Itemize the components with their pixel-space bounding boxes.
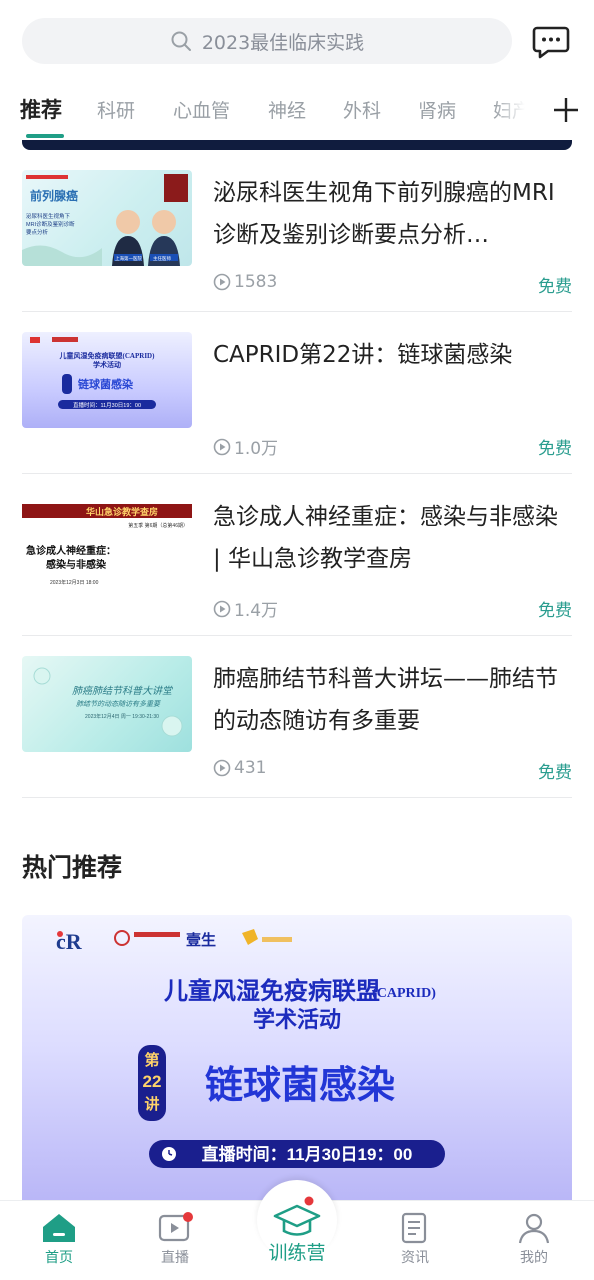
thumbnail: 肺癌肺结节科普大讲堂 肺结节的动态随访有多重要 2023年12月4日 周一 19… [22,656,192,752]
thumb-sub: 泌尿科医生视角下 [26,212,71,220]
nav-home-label: 首页 [45,1250,73,1266]
notification-dot [304,1196,314,1206]
play-circle-icon [213,600,231,617]
item-title: 急诊成人神经重症：感染与非感染 | 华山急诊教学查房 [213,504,558,572]
thumb-time: 2023年12月4日 周一 19:30-21:30 [85,713,159,720]
view-count-value: 1.4万 [234,601,279,621]
thumb-sub: 肺结节的动态随访有多重要 [76,700,161,708]
thumb-brand: 华山急诊教学查房 [86,506,158,517]
tab-research[interactable]: 科研 [97,96,135,123]
thumb-sub: 要点分析 [26,228,49,236]
play-circle-icon [213,759,231,777]
search-input[interactable]: 2023最佳临床实践 [22,18,512,64]
item-title: 泌尿科医生视角下前列腺癌的MRI诊断及鉴别诊断要点分析… [213,180,555,248]
nav-camp-label[interactable]: 训练营 [237,1238,357,1265]
user-icon [518,1213,550,1244]
thumb-topic: 链球菌感染 [78,377,134,391]
list-item[interactable]: 前列腺癌 泌尿科医生视角下 MRI诊断及鉴别诊断 要点分析 上海第一医院 主任医… [22,150,572,312]
thumb-date: 2023年12月3日 18:00 [50,579,99,586]
banner-time: 直播时间：11月30日19：00 [202,1144,413,1164]
logo-icon: cR [56,929,83,954]
item-title: 肺癌肺结节科普大讲坛——肺结节的动态随访有多重要 [213,666,558,734]
banner-org: 儿童风湿免疫病联盟 [164,977,380,1005]
category-tabs: 推荐 科研 心血管 神经 外科 肾病 妇产 [0,86,594,138]
thumb-speaker: 主任医师 [153,255,171,262]
play-circle-icon [213,273,231,291]
list-item[interactable]: 华山急诊教学查房 第五季 第6期（总第46期） 急诊成人神经重症： 感染与非感染… [22,474,572,636]
nav-me-label: 我的 [520,1250,548,1266]
thumbnail: 儿童风湿免疫病联盟(CAPRID) 学术活动 链球菌感染 直播时间：11月30日… [22,332,192,428]
nav-news[interactable]: 资讯 [375,1211,455,1267]
tab-fade [494,86,538,138]
message-icon[interactable] [532,22,570,60]
thumb-line: 感染与非感染 [46,558,107,571]
nav-live-label: 直播 [161,1250,189,1266]
item-title: CAPRID第22讲：链球菌感染 [213,342,513,368]
view-count: 1583 [213,272,277,292]
view-count-value: 1.0万 [234,439,279,459]
tab-neurology[interactable]: 神经 [268,96,306,123]
notification-dot [183,1212,193,1222]
tab-surgery[interactable]: 外科 [343,96,381,123]
view-count-value: 1583 [234,272,278,292]
nav-home[interactable]: 首页 [19,1211,99,1267]
thumb-org: 儿童风湿免疫病联盟(CAPRID) [59,351,156,360]
thumb-time: 直播时间：11月30日19：00 [73,401,141,409]
banner-org-suffix: (CAPRID) [372,986,436,1001]
thumb-line: 急诊成人神经重症： [26,544,116,557]
plus-icon[interactable] [548,92,584,128]
price-tag: 免费 [538,763,572,783]
banner-lecture: 讲 [144,1095,159,1113]
price-tag: 免费 [538,277,572,297]
partner-logo: 壹生 [186,931,216,949]
home-icon [43,1214,75,1242]
banner-edge [22,140,572,150]
thumbnail: 前列腺癌 泌尿科医生视角下 MRI诊断及鉴别诊断 要点分析 上海第一医院 主任医… [22,170,192,266]
play-circle-icon [213,438,231,455]
banner-topic: 链球菌感染 [205,1065,395,1107]
nav-live[interactable]: 直播 [135,1211,215,1267]
nav-me[interactable]: 我的 [494,1211,574,1267]
tab-indicator [26,134,64,138]
live-video-icon [158,1212,193,1242]
search-placeholder: 2023最佳临床实践 [201,31,365,54]
list-item[interactable]: 儿童风湿免疫病联盟(CAPRID) 学术活动 链球菌感染 直播时间：11月30日… [22,312,572,474]
tab-nephrology[interactable]: 肾病 [418,96,456,123]
tab-recommend[interactable]: 推荐 [20,94,62,124]
top-bar: 2023最佳临床实践 [0,0,594,82]
thumb-heading: 前列腺癌 [30,188,78,203]
banner-lecture: 第 [144,1051,159,1069]
thumb-speaker: 上海第一医院 [115,255,142,262]
tab-cardiovascular[interactable]: 心血管 [173,96,230,123]
banner-lecture: 22 [143,1072,162,1091]
thumb-season: 第五季 第6期（总第46期） [128,522,188,529]
view-count: 1.4万 [213,596,278,621]
thumb-sub: 学术活动 [93,360,121,369]
news-icon [401,1212,427,1244]
thumb-heading: 肺癌肺结节科普大讲堂 [72,685,174,697]
section-title: 热门推荐 [22,853,123,882]
hot-banner[interactable]: cR 壹生 儿童风湿免疫病联盟 (CAPRID) 学术活动 第 22 讲 链球菌… [22,915,572,1215]
banner-sub: 学术活动 [253,1007,341,1032]
price-tag: 免费 [538,601,572,621]
thumb-sub: MRI诊断及鉴别诊断 [26,220,75,228]
nav-news-label: 资讯 [401,1250,429,1266]
price-tag: 免费 [538,439,572,459]
view-count: 1.0万 [213,434,278,459]
search-icon [171,31,191,51]
view-count-value: 431 [234,758,267,778]
view-count: 431 [213,758,266,778]
thumbnail: 华山急诊教学查房 第五季 第6期（总第46期） 急诊成人神经重症： 感染与非感染… [22,494,192,590]
list-item[interactable]: 肺癌肺结节科普大讲堂 肺结节的动态随访有多重要 2023年12月4日 周一 19… [22,636,572,798]
